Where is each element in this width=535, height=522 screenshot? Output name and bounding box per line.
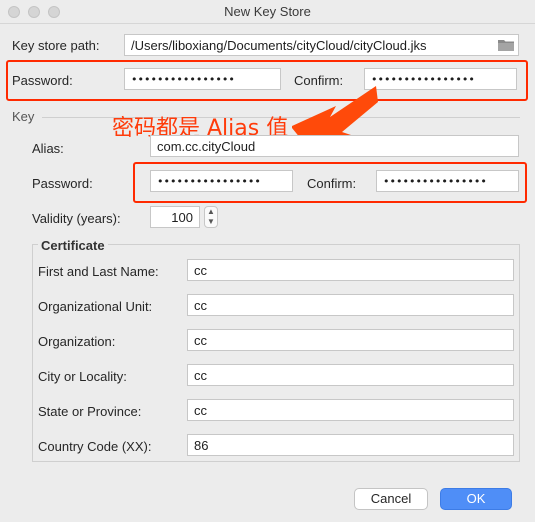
key-section-label: Key bbox=[12, 109, 35, 124]
keystore-confirm-field[interactable]: •••••••••••••••• bbox=[364, 68, 517, 90]
validity-spinner[interactable]: ▲ ▼ bbox=[204, 206, 218, 228]
city-locality-field[interactable]: cc bbox=[187, 364, 514, 386]
ok-button[interactable]: OK bbox=[440, 488, 512, 510]
organizational-unit-label: Organizational Unit: bbox=[38, 299, 153, 314]
keystore-password-field[interactable]: •••••••••••••••• bbox=[124, 68, 281, 90]
organizational-unit-field[interactable]: cc bbox=[187, 294, 514, 316]
keystore-path-field[interactable]: /Users/liboxiang/Documents/cityCloud/cit… bbox=[124, 34, 519, 56]
certificate-title: Certificate bbox=[38, 238, 108, 253]
country-code-label: Country Code (XX): bbox=[38, 439, 152, 454]
keystore-path-value: /Users/liboxiang/Documents/cityCloud/cit… bbox=[131, 38, 427, 53]
key-password-field[interactable]: •••••••••••••••• bbox=[150, 170, 293, 192]
validity-field[interactable]: 100 bbox=[150, 206, 200, 228]
first-last-name-label: First and Last Name: bbox=[38, 264, 159, 279]
city-locality-label: City or Locality: bbox=[38, 369, 127, 384]
chevron-down-icon[interactable]: ▼ bbox=[205, 217, 217, 227]
folder-icon[interactable] bbox=[498, 39, 514, 51]
first-last-name-field[interactable]: cc bbox=[187, 259, 514, 281]
cancel-button[interactable]: Cancel bbox=[354, 488, 428, 510]
state-province-label: State or Province: bbox=[38, 404, 142, 419]
chevron-up-icon[interactable]: ▲ bbox=[205, 207, 217, 217]
window-title: New Key Store bbox=[224, 4, 311, 19]
country-code-field[interactable]: 86 bbox=[187, 434, 514, 456]
alias-label: Alias: bbox=[32, 141, 64, 156]
organization-label: Organization: bbox=[38, 334, 116, 349]
title-bar: New Key Store bbox=[0, 0, 535, 24]
state-province-field[interactable]: cc bbox=[187, 399, 514, 421]
organization-field[interactable]: cc bbox=[187, 329, 514, 351]
alias-field[interactable]: com.cc.cityCloud bbox=[150, 135, 519, 157]
key-confirm-label: Confirm: bbox=[307, 176, 357, 191]
new-key-store-dialog: Key store path: /Users/liboxiang/Documen… bbox=[0, 24, 535, 522]
keystore-path-label: Key store path: bbox=[12, 38, 100, 53]
validity-label: Validity (years): bbox=[32, 211, 121, 226]
key-password-label: Password: bbox=[32, 176, 93, 191]
key-confirm-field[interactable]: •••••••••••••••• bbox=[376, 170, 519, 192]
keystore-password-label: Password: bbox=[12, 73, 73, 88]
